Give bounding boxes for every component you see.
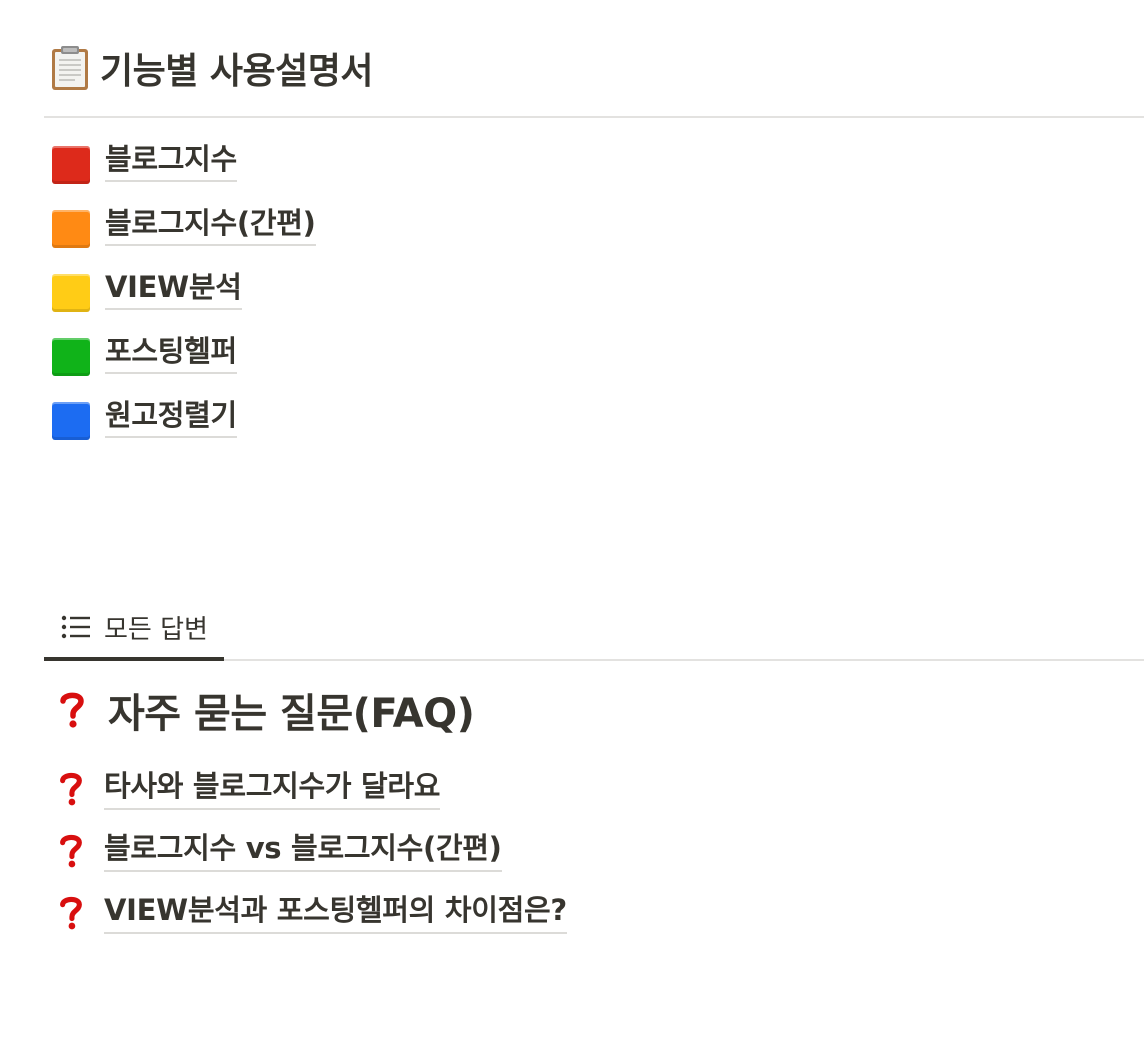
page-link-label[interactable]: VIEW분석 — [105, 268, 242, 310]
question-mark-icon — [60, 692, 84, 728]
manual-section-title: 기능별 사용설명서 — [50, 40, 374, 96]
faq-link-label[interactable]: 타사와 블로그지수가 달라요 — [104, 766, 440, 810]
faq-link-label[interactable]: 블로그지수 vs 블로그지수(간편) — [104, 828, 502, 872]
page-link-posting-helper[interactable]: 포스팅헬퍼 — [52, 332, 316, 396]
faq-item-different-from-others[interactable]: 타사와 블로그지수가 달라요 — [58, 766, 567, 828]
page-link-view-analysis[interactable]: VIEW분석 — [52, 268, 316, 332]
page-link-label[interactable]: 원고정렬기 — [105, 396, 237, 438]
blue-square-icon — [52, 402, 90, 440]
yellow-square-icon — [52, 274, 90, 312]
manual-section-heading: 기능별 사용설명서 — [100, 51, 374, 92]
question-mark-icon — [60, 772, 82, 806]
page-link-label[interactable]: 포스팅헬퍼 — [105, 332, 237, 374]
green-square-icon — [52, 338, 90, 376]
page-link-blog-index-simple[interactable]: 블로그지수(간편) — [52, 204, 316, 268]
list-icon — [61, 615, 90, 639]
view-tab-bar: 모든 답변 — [44, 596, 1144, 661]
faq-item-blog-index-vs-simple[interactable]: 블로그지수 vs 블로그지수(간편) — [58, 828, 567, 890]
tab-active-indicator — [44, 657, 224, 661]
question-mark-icon — [60, 896, 82, 930]
faq-heading: 자주 묻는 질문(FAQ) — [58, 680, 475, 740]
red-square-icon — [52, 146, 90, 184]
page-link-label[interactable]: 블로그지수(간편) — [105, 204, 316, 246]
tab-label: 모든 답변 — [104, 614, 208, 645]
question-mark-icon — [60, 834, 82, 868]
orange-square-icon — [52, 210, 90, 248]
clipboard-icon — [52, 46, 88, 90]
faq-heading-text: 자주 묻는 질문(FAQ) — [108, 691, 475, 737]
page-link-label[interactable]: 블로그지수 — [105, 140, 237, 182]
page-link-manuscript-sorter[interactable]: 원고정렬기 — [52, 396, 316, 460]
tab-all-answers[interactable]: 모든 답변 — [44, 596, 224, 658]
faq-link-label[interactable]: VIEW분석과 포스팅헬퍼의 차이점은? — [104, 890, 567, 934]
faq-list: 타사와 블로그지수가 달라요 블로그지수 vs 블로그지수(간편) VIEW분석… — [58, 766, 567, 952]
faq-item-view-vs-posting-helper[interactable]: VIEW분석과 포스팅헬퍼의 차이점은? — [58, 890, 567, 952]
manual-page-list: 블로그지수 블로그지수(간편) VIEW분석 포스팅헬퍼 원고정렬기 — [52, 140, 316, 460]
page-link-blog-index[interactable]: 블로그지수 — [52, 140, 316, 204]
title-divider — [44, 116, 1144, 118]
